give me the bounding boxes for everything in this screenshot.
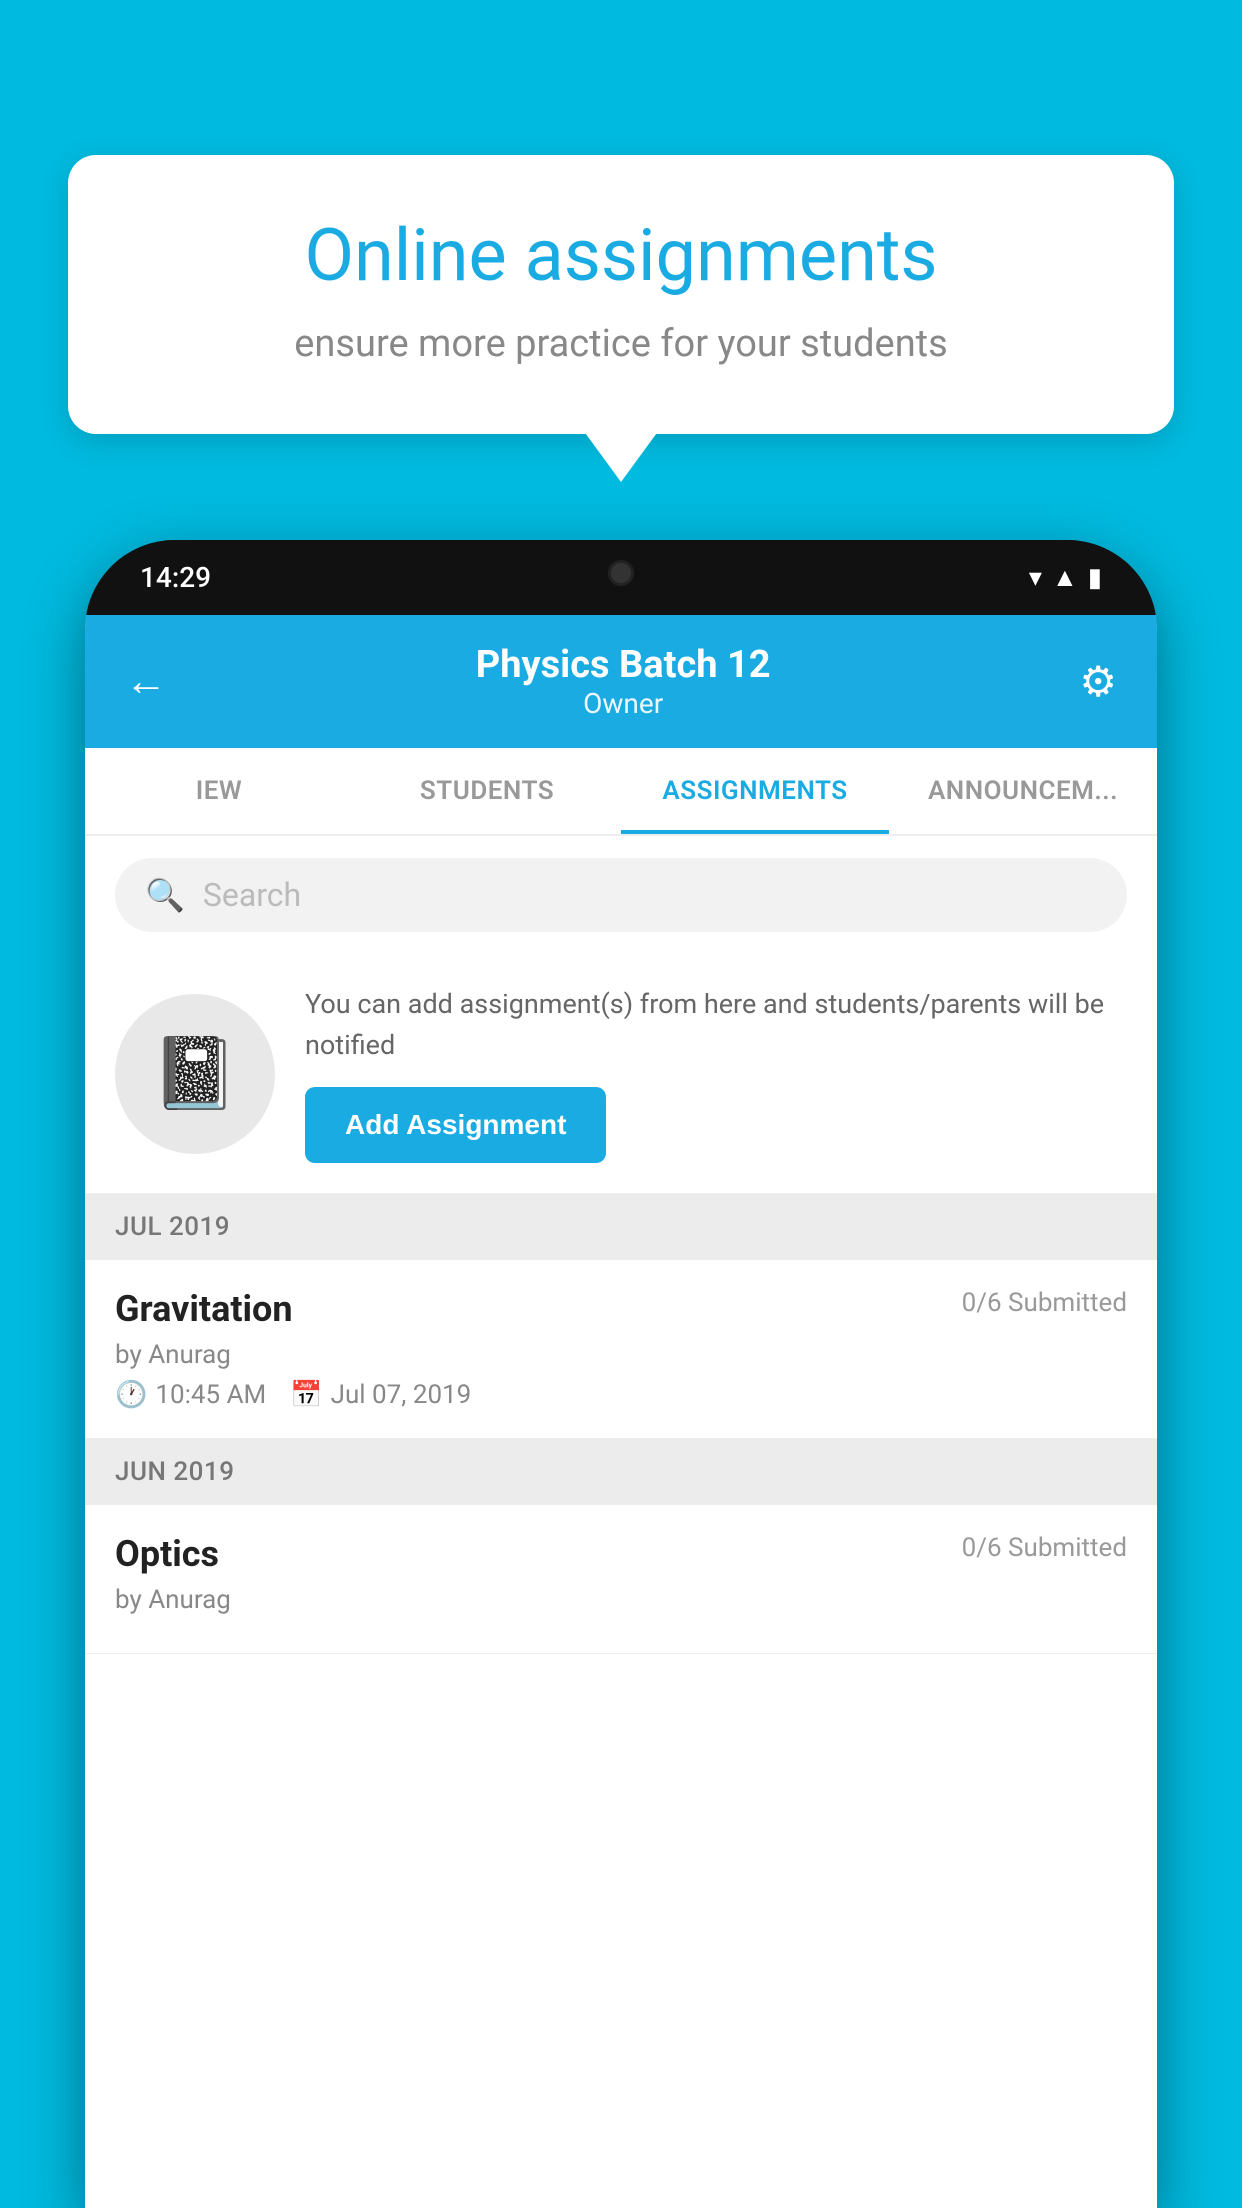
tab-announcements[interactable]: ANNOUNCEM... [889, 748, 1157, 834]
battery-icon: ▮ [1088, 563, 1102, 593]
signal-icon: ▲ [1052, 562, 1078, 593]
tabs-container: IEW STUDENTS ASSIGNMENTS ANNOUNCEM... [85, 748, 1157, 836]
speech-bubble-title: Online assignments [138, 215, 1104, 298]
section-header-jul: JUL 2019 [85, 1194, 1157, 1260]
wifi-icon: ▾ [1029, 563, 1042, 593]
assignment-item-optics[interactable]: Optics 0/6 Submitted by Anurag [85, 1505, 1157, 1654]
assignment-gravitation-time-text: 10:45 AM [155, 1380, 266, 1410]
header-subtitle: Owner [476, 687, 771, 720]
search-container: 🔍 Search [85, 836, 1157, 954]
status-bar: 14:29 ▾ ▲ ▮ [85, 540, 1157, 615]
add-assignment-button[interactable]: Add Assignment [305, 1087, 606, 1163]
tab-students[interactable]: STUDENTS [353, 748, 621, 834]
tab-iew[interactable]: IEW [85, 748, 353, 834]
header-title: Physics Batch 12 [476, 643, 771, 687]
assignment-optics-submitted: 0/6 Submitted [962, 1533, 1127, 1563]
assignment-gravitation-date-text: Jul 07, 2019 [331, 1380, 472, 1410]
settings-icon[interactable]: ⚙ [1079, 657, 1117, 707]
phone-screen: ← Physics Batch 12 Owner ⚙ IEW STUDENTS … [85, 615, 1157, 2208]
calendar-icon: 📅 [290, 1380, 322, 1410]
assignment-gravitation-time: 🕐 10:45 AM [115, 1380, 266, 1410]
assignment-gravitation-meta-row: 🕐 10:45 AM 📅 Jul 07, 2019 [115, 1380, 1127, 1410]
speech-bubble-container: Online assignments ensure more practice … [68, 155, 1174, 434]
speech-bubble-subtitle: ensure more practice for your students [138, 320, 1104, 369]
speech-bubble: Online assignments ensure more practice … [68, 155, 1174, 434]
promo-text: You can add assignment(s) from here and … [305, 984, 1127, 1065]
assignment-optics-name: Optics [115, 1533, 219, 1575]
status-time: 14:29 [140, 561, 211, 594]
assignment-gravitation-date: 📅 Jul 07, 2019 [290, 1380, 471, 1410]
phone-camera [608, 560, 634, 586]
clock-icon: 🕐 [115, 1380, 147, 1410]
assignment-optics-header: Optics 0/6 Submitted [115, 1533, 1127, 1575]
header-center: Physics Batch 12 Owner [476, 643, 771, 720]
assignment-gravitation-by: by Anurag [115, 1340, 1127, 1370]
promo-section: 📓 You can add assignment(s) from here an… [85, 954, 1157, 1194]
promo-content: You can add assignment(s) from here and … [305, 984, 1127, 1163]
notebook-icon: 📓 [151, 1033, 238, 1115]
assignment-item-gravitation[interactable]: Gravitation 0/6 Submitted by Anurag 🕐 10… [85, 1260, 1157, 1439]
assignment-optics-by: by Anurag [115, 1585, 1127, 1615]
app-header: ← Physics Batch 12 Owner ⚙ [85, 615, 1157, 748]
assignment-gravitation-header: Gravitation 0/6 Submitted [115, 1288, 1127, 1330]
search-bar[interactable]: 🔍 Search [115, 858, 1127, 932]
search-placeholder: Search [203, 876, 301, 914]
back-button[interactable]: ← [125, 657, 167, 706]
assignment-gravitation-submitted: 0/6 Submitted [962, 1288, 1127, 1318]
section-header-jun: JUN 2019 [85, 1439, 1157, 1505]
phone-notch [521, 540, 721, 605]
tab-assignments[interactable]: ASSIGNMENTS [621, 748, 889, 834]
phone-frame: 14:29 ▾ ▲ ▮ ← Physics Batch 12 Owner ⚙ I… [85, 540, 1157, 2208]
status-icons: ▾ ▲ ▮ [1029, 562, 1102, 593]
promo-icon-circle: 📓 [115, 994, 275, 1154]
assignment-gravitation-name: Gravitation [115, 1288, 293, 1330]
search-icon: 🔍 [145, 876, 185, 914]
